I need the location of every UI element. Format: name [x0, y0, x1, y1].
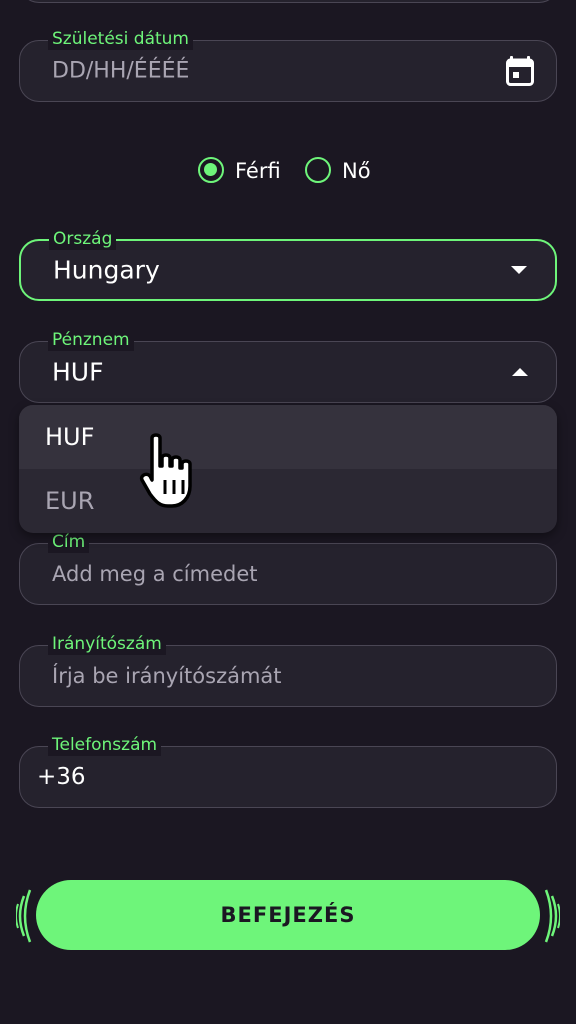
gender-radio-ferfi[interactable]: [198, 157, 224, 183]
postal-code-field[interactable]: Irányítószám Írja be irányítószámát: [19, 633, 557, 707]
currency-option-huf[interactable]: HUF: [19, 405, 557, 469]
currency-option-label: EUR: [45, 487, 95, 515]
address-field[interactable]: Cím Add meg a címedet: [19, 531, 557, 605]
phone-label: Telefonszám: [48, 734, 162, 756]
address-placeholder[interactable]: Add meg a címedet: [52, 562, 258, 586]
gender-radio-no[interactable]: [305, 157, 331, 183]
currency-option-label: HUF: [45, 423, 95, 451]
currency-value: HUF: [52, 357, 104, 387]
country-label: Ország: [49, 228, 117, 250]
postal-code-label: Irányítószám: [48, 633, 166, 655]
finish-button[interactable]: BEFEJEZÉS: [36, 880, 540, 950]
address-label: Cím: [48, 531, 90, 553]
glow-lines-left-icon: [16, 889, 32, 943]
finish-button-wrap: BEFEJEZÉS: [16, 880, 560, 952]
gender-selector: Férfi Nő: [0, 154, 576, 188]
currency-dropdown-menu: HUF EUR: [19, 405, 557, 533]
calendar-icon[interactable]: [506, 56, 534, 86]
chevron-up-icon[interactable]: [512, 368, 528, 376]
birth-date-label: Születési dátum: [48, 28, 193, 50]
country-value: Hungary: [53, 255, 160, 285]
country-select[interactable]: Ország Hungary: [19, 228, 557, 301]
postal-code-placeholder[interactable]: Írja be irányítószámát: [52, 664, 282, 688]
chevron-down-icon[interactable]: [511, 266, 527, 274]
glow-lines-right-icon: [544, 889, 560, 943]
currency-select[interactable]: Pénznem HUF: [19, 329, 557, 403]
phone-field[interactable]: Telefonszám +36: [19, 734, 557, 808]
hand-pointer-icon: [139, 433, 192, 508]
gender-label-ferfi[interactable]: Férfi: [235, 157, 281, 185]
currency-label: Pénznem: [48, 329, 134, 351]
previous-field-remnant: [19, 0, 559, 3]
gender-label-no[interactable]: Nő: [342, 157, 371, 185]
phone-value[interactable]: +36: [37, 764, 86, 790]
birth-date-placeholder[interactable]: DD/HH/ÉÉÉÉ: [52, 59, 189, 84]
currency-option-eur[interactable]: EUR: [19, 469, 557, 533]
birth-date-field[interactable]: Születési dátum DD/HH/ÉÉÉÉ: [19, 28, 557, 102]
